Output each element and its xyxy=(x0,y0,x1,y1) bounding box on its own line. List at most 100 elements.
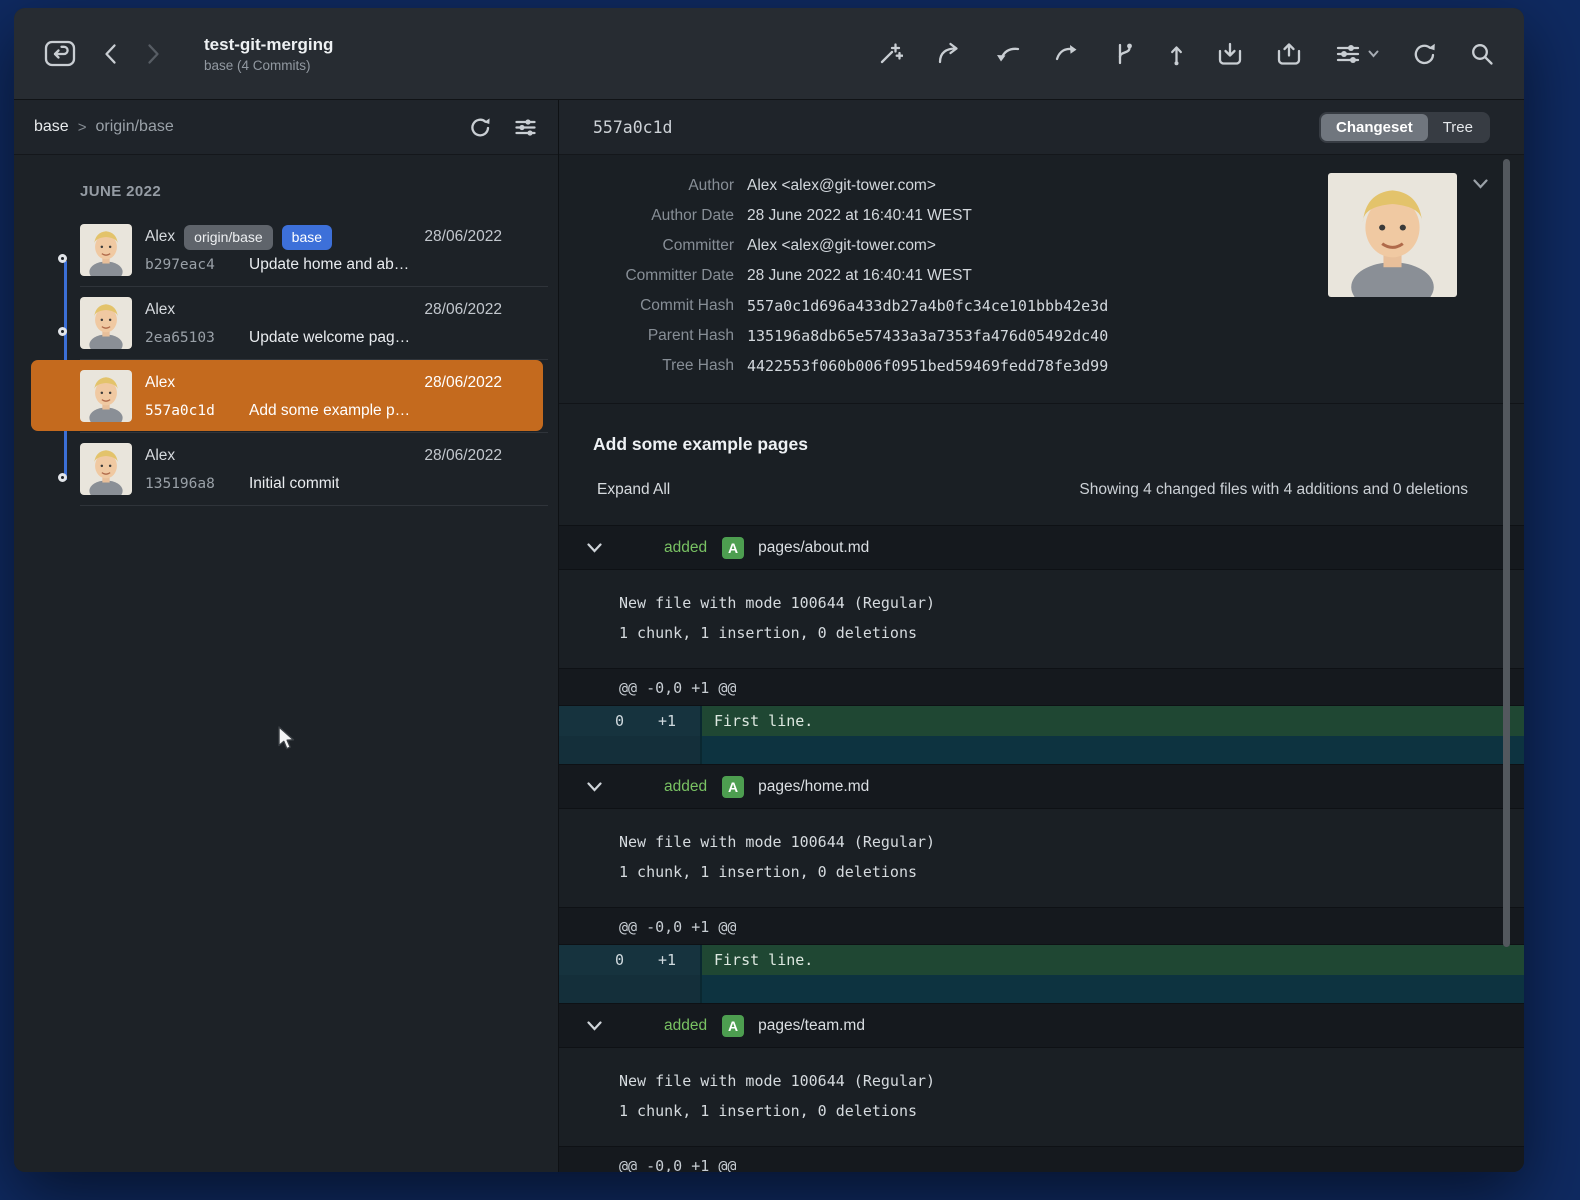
commit-row[interactable]: Alex origin/base base 28/06/2022 b297eac… xyxy=(14,214,558,287)
diff-old-lineno: 0 xyxy=(559,706,624,736)
file-info: New file with mode 100644 (Regular) 1 ch… xyxy=(559,809,1524,907)
window-title-block: test-git-merging base (4 Commits) xyxy=(204,35,333,73)
meta-value-commit-hash: 557a0c1d696a433db27a4b0fc34ce101bbb42e3d xyxy=(747,297,1108,315)
chevron-right-icon xyxy=(147,43,160,65)
meta-value-tree-hash: 4422553f060b006f0951bed59469fedd78fe3d99 xyxy=(747,357,1108,375)
diff-line-text: First line. xyxy=(702,706,1524,736)
fetch-arrow-icon xyxy=(936,42,962,66)
commit-author: Alex xyxy=(145,447,175,465)
diff-added-line[interactable]: 0 +1 First line. xyxy=(559,706,1524,736)
search-button[interactable] xyxy=(1470,42,1494,66)
meta-label: Tree Hash xyxy=(559,357,734,375)
quick-actions-button[interactable] xyxy=(878,42,903,66)
meta-value-author-date: 28 June 2022 at 16:40:41 WEST xyxy=(747,207,972,225)
diff-file-header[interactable]: added A pages/about.md xyxy=(559,525,1524,570)
tab-changeset[interactable]: Changeset xyxy=(1321,114,1428,141)
fetch-button[interactable] xyxy=(936,42,962,66)
expand-all-button[interactable]: Expand All xyxy=(597,481,670,499)
commit-button[interactable] xyxy=(1169,42,1184,66)
filter-button[interactable] xyxy=(514,117,537,138)
meta-value-author: Alex <alex@git-tower.com> xyxy=(747,177,936,195)
hunk-header: @@ -0,0 +1 @@ xyxy=(559,907,1524,945)
stash-apply-button[interactable] xyxy=(1276,41,1302,67)
commit-message: Update home and ab… xyxy=(249,256,409,274)
rebase-button[interactable] xyxy=(1054,42,1080,66)
wand-icon xyxy=(878,42,903,66)
stash-save-button[interactable] xyxy=(1217,41,1243,67)
meta-label: Commit Hash xyxy=(559,297,734,315)
diff-file-header[interactable]: added A pages/home.md xyxy=(559,764,1524,809)
repository-switcher-button[interactable] xyxy=(44,40,76,67)
diff-gutter xyxy=(559,975,702,1003)
file-path: pages/home.md xyxy=(758,778,869,796)
chevron-down-icon[interactable] xyxy=(587,543,602,553)
branch-button[interactable] xyxy=(1113,42,1136,66)
breadcrumb-branch[interactable]: base xyxy=(34,118,69,136)
search-icon xyxy=(1470,42,1494,66)
meta-value-committer-date: 28 June 2022 at 16:40:41 WEST xyxy=(747,267,972,285)
history-panel: base > origin/base xyxy=(14,100,559,1172)
commit-row-selected[interactable]: Alex 28/06/2022 557a0c1d Add some exampl… xyxy=(14,360,558,433)
file-stats-line: 1 chunk, 1 insertion, 0 deletions xyxy=(619,1096,1524,1126)
file-added-badge: A xyxy=(722,537,744,559)
file-mode-line: New file with mode 100644 (Regular) xyxy=(619,827,1524,857)
history-options-button[interactable] xyxy=(469,116,492,139)
diff-file-header[interactable]: added A pages/team.md xyxy=(559,1003,1524,1048)
commit-author: Alex xyxy=(145,301,175,319)
detail-commit-hash: 557a0c1d xyxy=(593,118,672,137)
filter-sliders-icon xyxy=(514,117,537,138)
file-info: New file with mode 100644 (Regular) 1 ch… xyxy=(559,570,1524,668)
back-button[interactable] xyxy=(104,43,117,65)
commit-author: Alex xyxy=(145,228,175,246)
file-path: pages/team.md xyxy=(758,1017,865,1035)
chevron-down-icon xyxy=(1473,179,1488,189)
commit-metadata: AuthorAlex <alex@git-tower.com> Author D… xyxy=(559,155,1524,404)
commit-short-hash: b297eac4 xyxy=(145,257,245,273)
commit-message: Initial commit xyxy=(249,475,339,493)
view-options-button[interactable] xyxy=(1335,42,1379,66)
commit-row[interactable]: Alex 28/06/2022 135196a8 Initial commit xyxy=(14,433,558,506)
refresh-icon xyxy=(1412,42,1437,66)
chevron-down-icon xyxy=(1368,50,1379,58)
diff-line-empty xyxy=(702,975,1524,1003)
file-mode-line: New file with mode 100644 (Regular) xyxy=(619,588,1524,618)
meta-label: Committer Date xyxy=(559,267,734,285)
file-status-label: added xyxy=(664,778,707,796)
metadata-expand-button[interactable] xyxy=(1473,177,1488,192)
chevron-down-icon[interactable] xyxy=(587,782,602,792)
avatar xyxy=(80,297,132,349)
diff-added-line[interactable]: 0 +1 First line. xyxy=(559,945,1524,975)
avatar xyxy=(80,443,132,495)
forward-button[interactable] xyxy=(147,43,160,65)
file-status-label: added xyxy=(664,1017,707,1035)
breadcrumb-separator: > xyxy=(78,119,87,136)
file-stats-line: 1 chunk, 1 insertion, 0 deletions xyxy=(619,618,1524,648)
remote-branch-badge[interactable]: origin/base xyxy=(184,225,273,250)
avatar xyxy=(80,224,132,276)
main-content: base > origin/base xyxy=(14,100,1524,1172)
merge-button[interactable] xyxy=(995,42,1021,66)
scrollbar[interactable] xyxy=(1503,159,1510,947)
commit-message: Add some example p… xyxy=(249,402,410,420)
file-info: New file with mode 100644 (Regular) 1 ch… xyxy=(559,1048,1524,1146)
changeset-toolbar: Expand All Showing 4 changed files with … xyxy=(559,461,1524,525)
rebase-arrow-icon xyxy=(1054,42,1080,66)
diff-file-section: added A pages/home.md New file with mode… xyxy=(559,764,1524,1003)
chevron-down-icon[interactable] xyxy=(587,1021,602,1031)
commit-row[interactable]: Alex 28/06/2022 2ea65103 Update welcome … xyxy=(14,287,558,360)
branch-icon xyxy=(1113,42,1136,66)
detail-scroll-area: AuthorAlex <alex@git-tower.com> Author D… xyxy=(559,155,1524,1172)
refresh-button[interactable] xyxy=(1412,42,1437,66)
window-title: test-git-merging xyxy=(204,35,333,55)
file-status-label: added xyxy=(664,539,707,557)
local-branch-badge[interactable]: base xyxy=(282,225,332,250)
file-path: pages/about.md xyxy=(758,539,869,557)
breadcrumb-upstream[interactable]: origin/base xyxy=(95,118,173,136)
commit-message: Update welcome pag… xyxy=(249,329,410,347)
tab-tree[interactable]: Tree xyxy=(1428,114,1488,141)
view-mode-segmented-control: Changeset Tree xyxy=(1319,112,1490,143)
file-added-badge: A xyxy=(722,1015,744,1037)
hunk-header: @@ -0,0 +1 @@ xyxy=(559,1146,1524,1172)
diff-trailer-line xyxy=(559,975,1524,1003)
view-options-sliders-icon xyxy=(1335,42,1361,66)
